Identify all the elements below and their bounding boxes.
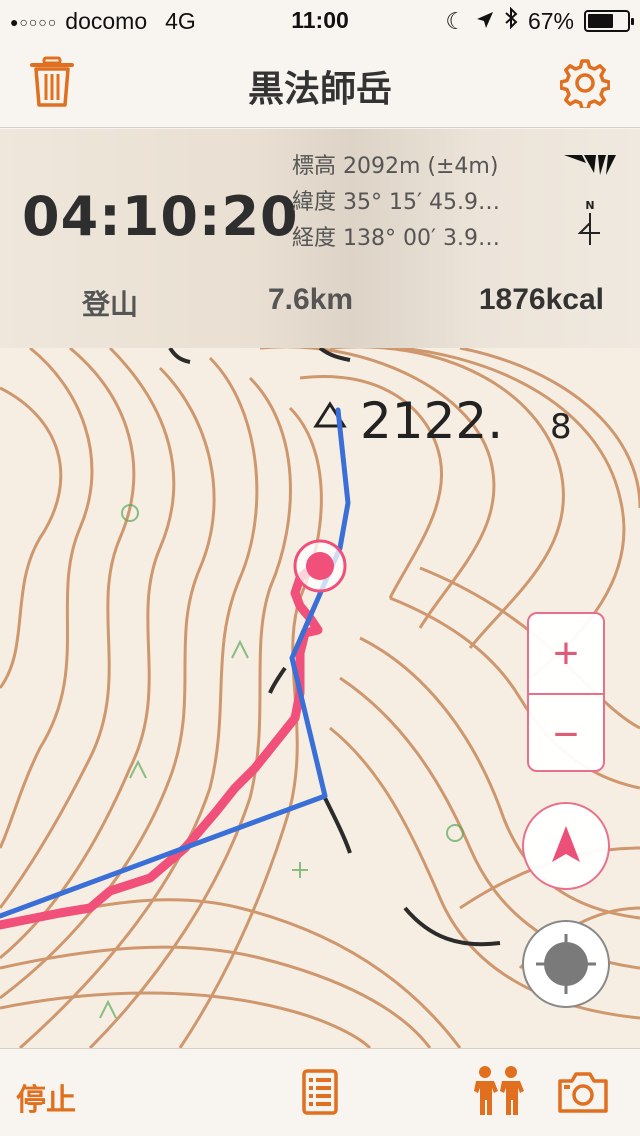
bottom-toolbar: 停止 (0, 1048, 640, 1136)
current-position-dot (306, 552, 334, 580)
latitude-readout: 緯度 35° 15′ 45.9… (292, 190, 500, 215)
gps-signal-icon (562, 153, 618, 177)
stop-button[interactable]: 停止 (16, 1075, 76, 1119)
tracking-panel: 04:10:20 標高 2092m (±4m) 緯度 35° 15′ 45.9…… (0, 129, 640, 348)
peak-elevation-label: 2122. (360, 392, 503, 450)
stats-row: 登山 7.6km 1876kcal (0, 279, 640, 323)
coordinates-block: 標高 2092m (±4m) 緯度 35° 15′ 45.9… 経度 138° … (292, 149, 500, 257)
elapsed-time: 04:10:20 (22, 185, 299, 248)
navigation-arrow-icon (552, 826, 580, 862)
distance-value: 7.6km (268, 283, 354, 316)
gear-icon[interactable] (559, 58, 611, 111)
status-bar: ●○○○○ docomo 4G 11:00 ☾ 67% (0, 0, 640, 40)
activity-mode: 登山 (82, 289, 139, 320)
altitude-readout: 標高 2092m (±4m) (292, 154, 499, 179)
peak-elevation-decimal: 8 (550, 407, 572, 447)
list-icon[interactable] (302, 1069, 338, 1120)
recenter-button[interactable] (522, 920, 610, 1008)
battery-icon (584, 10, 634, 32)
compass-icon: N (576, 199, 604, 249)
longitude-readout: 経度 138° 00′ 3.9… (292, 226, 500, 251)
battery-percent: 67% (527, 7, 574, 34)
page-title: 黒法師岳 (247, 68, 392, 109)
camera-icon[interactable] (556, 1071, 610, 1118)
zoom-out-button[interactable]: − (529, 695, 603, 774)
location-arrow-icon (476, 8, 494, 35)
zoom-in-button[interactable]: + (529, 614, 603, 693)
zoom-control: + − (527, 612, 605, 772)
compass-north-label: N (585, 199, 594, 212)
companions-icon[interactable] (472, 1065, 524, 1122)
calories-value: 1876kcal (478, 283, 604, 316)
crosshair-icon (536, 934, 596, 994)
status-right: ☾ 67% (445, 6, 634, 35)
moon-icon: ☾ (445, 7, 466, 34)
bluetooth-icon (504, 6, 518, 35)
nav-bar: 黒法師岳 (0, 40, 640, 128)
heading-button[interactable] (522, 802, 610, 890)
